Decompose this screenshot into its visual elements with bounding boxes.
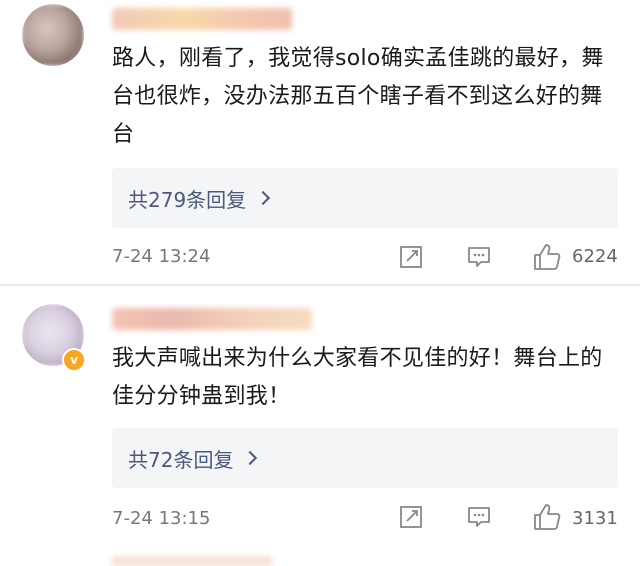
- reply-count-label: 共279条回复: [128, 187, 247, 212]
- reply-count-label: 共72条回复: [128, 447, 234, 472]
- chevron-right-icon: [256, 190, 271, 206]
- username-blurred[interactable]: [112, 308, 312, 330]
- timestamp: 7-24 13:24: [112, 246, 211, 267]
- timestamp: 7-24 13:15: [112, 508, 211, 529]
- comment-text: 路人，刚看了，我觉得solo确实孟佳跳的最好，舞台也很炸，没办法那五百个瞎子看不…: [112, 46, 604, 147]
- comment-bubble-icon[interactable]: [466, 504, 492, 530]
- comment-item-1: 路人，刚看了，我觉得solo确实孟佳跳的最好，舞台也很炸，没办法那五百个瞎子看不…: [0, 0, 640, 284]
- thumbs-up-icon[interactable]: [532, 242, 562, 272]
- like-count: 6224: [572, 246, 618, 267]
- like-count: 3131: [572, 508, 618, 529]
- share-edit-icon[interactable]: [398, 504, 424, 530]
- comment-bubble-icon[interactable]: [466, 244, 492, 270]
- share-edit-icon[interactable]: [398, 244, 424, 270]
- next-username-blurred: [112, 556, 272, 566]
- username-blurred[interactable]: [112, 8, 292, 30]
- avatar[interactable]: [22, 4, 84, 66]
- comment-text: 我大声喊出来为什么大家看不见佳的好！舞台上的佳分分钟蛊到我！: [112, 346, 603, 409]
- vip-badge: v: [62, 348, 86, 372]
- thumbs-up-icon[interactable]: [532, 502, 562, 532]
- reply-count-button[interactable]: 共72条回复: [112, 428, 618, 488]
- reply-count-button[interactable]: 共279条回复: [112, 168, 618, 228]
- chevron-right-icon: [243, 450, 258, 466]
- comment-item-2: v 我大声喊出来为什么大家看不见佳的好！舞台上的佳分分钟蛊到我！ 共72条回复 …: [0, 286, 640, 564]
